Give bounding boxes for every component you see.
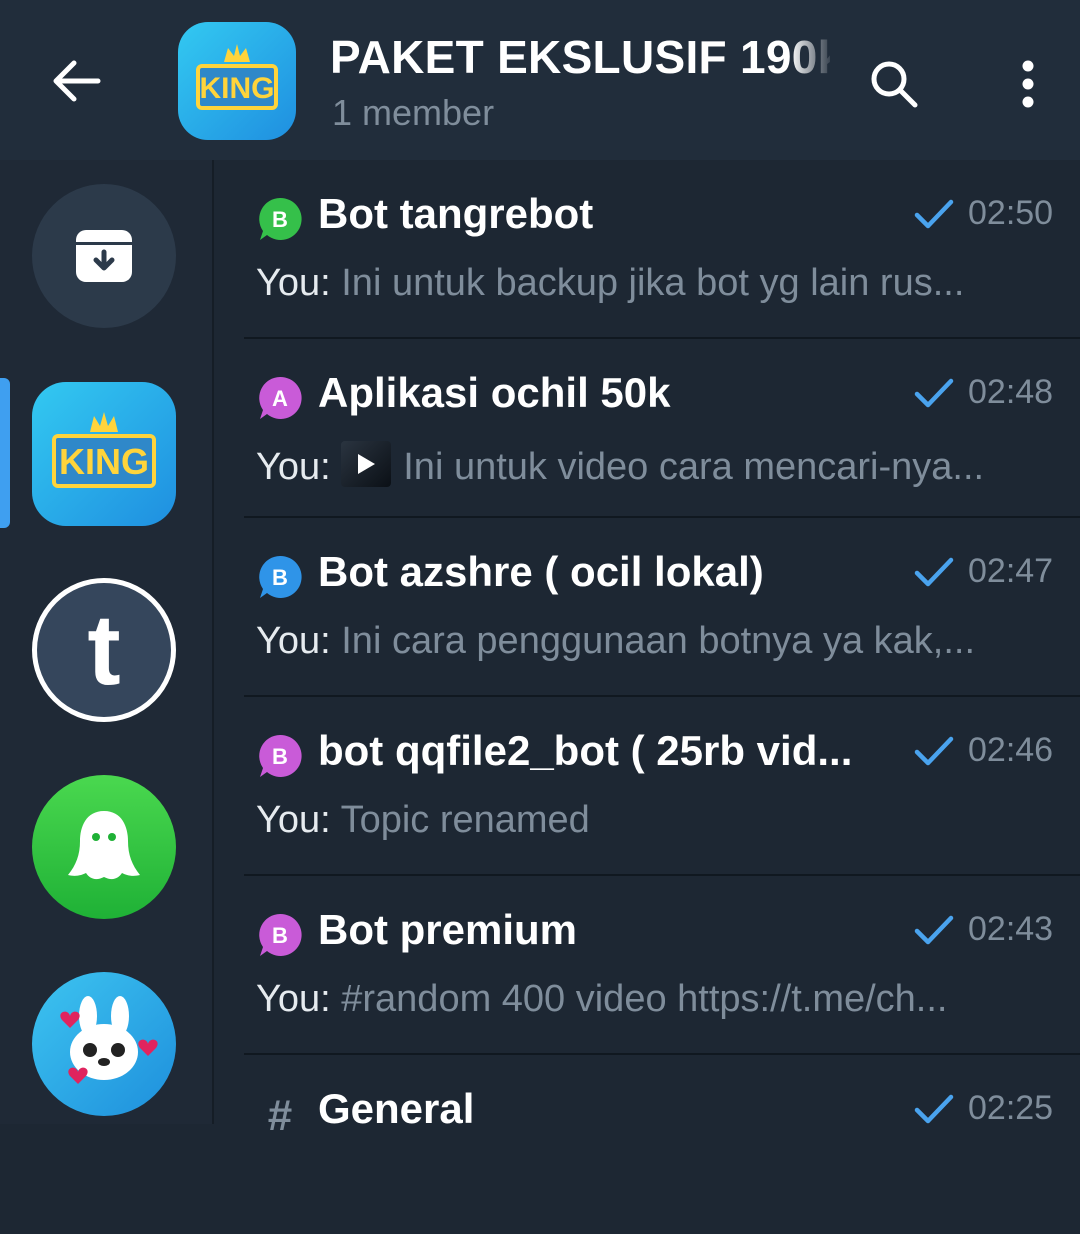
topic-bubble-icon: B <box>259 734 302 777</box>
sender-label: You: <box>256 446 331 488</box>
sender-label: You: <box>256 620 331 662</box>
svg-text:KING: KING <box>200 72 275 105</box>
topic-row[interactable]: B Bot premium 02:43 You: #random 400 vid… <box>214 876 1080 1055</box>
topic-row[interactable]: A Aplikasi ochil 50k 02:48 You: Ini untu… <box>214 339 1080 518</box>
sidebar-item-ghost[interactable] <box>32 775 176 919</box>
chat-header: KING PAKET EKSLUSIF 190k 1 member <box>0 0 1080 160</box>
check-icon <box>914 199 954 229</box>
sender-label: You: <box>256 799 331 841</box>
folder-sidebar: KING t <box>0 160 214 1124</box>
arrow-left-icon <box>53 60 101 102</box>
topic-time: 02:48 <box>968 373 1054 411</box>
topic-time: 02:47 <box>968 552 1054 590</box>
chat-avatar[interactable]: KING <box>178 22 296 140</box>
svg-text:A: A <box>272 386 288 411</box>
king-logo-icon: KING <box>196 44 278 110</box>
topic-name: General <box>318 1085 475 1132</box>
preview-text: Ini untuk video cara mencari-nya... <box>403 446 985 488</box>
sidebar-item-tumblr[interactable]: t <box>32 578 176 722</box>
topic-row[interactable]: B bot qqfile2_bot ( 25rb vid... 02:46 Yo… <box>214 697 1080 876</box>
check-icon <box>914 915 954 945</box>
video-thumbnail <box>341 441 392 487</box>
topic-time: 02:25 <box>968 1089 1054 1127</box>
topic-preview: You: Ini untuk backup jika bot yg lain r… <box>256 262 1056 305</box>
sidebar-item-bunny[interactable] <box>32 972 176 1116</box>
topic-row[interactable]: B Bot tangrebot 02:50 You: Ini untuk bac… <box>214 160 1080 339</box>
check-icon <box>914 736 954 766</box>
active-indicator <box>0 378 10 528</box>
king-logo-icon: KING <box>52 412 156 488</box>
sender-label: You: <box>256 978 331 1020</box>
topic-time: 02:50 <box>968 194 1054 232</box>
svg-text:B: B <box>272 923 288 948</box>
preview-text: #random 400 video https://t.me/ch... <box>341 978 948 1020</box>
back-button[interactable] <box>48 52 106 110</box>
sidebar-item-archive[interactable] <box>32 184 176 328</box>
more-vertical-icon <box>1022 60 1034 108</box>
topic-preview: You: Ini cara penggunaan botnya ya kak,.… <box>256 620 1056 663</box>
topic-time: 02:46 <box>968 731 1054 769</box>
topic-name: bot qqfile2_bot ( 25rb vid... <box>318 727 853 774</box>
sidebar-item-king[interactable]: KING <box>32 382 176 526</box>
topic-name: Bot premium <box>318 906 578 953</box>
topic-bubble-icon: A <box>259 376 302 419</box>
search-icon <box>871 61 918 108</box>
chat-title: PAKET EKSLUSIF 190k <box>330 31 830 83</box>
ghost-icon <box>68 811 140 880</box>
play-icon <box>358 454 376 474</box>
svg-text:B: B <box>272 207 288 232</box>
svg-text:#: # <box>268 1091 292 1138</box>
check-icon <box>914 557 954 587</box>
topic-name: Bot azshre ( ocil lokal) <box>318 548 764 595</box>
tumblr-letter: t <box>87 594 121 706</box>
preview-text: Ini cara penggunaan botnya ya kak,... <box>341 620 976 662</box>
topic-name: Bot tangrebot <box>318 190 594 237</box>
bunny-icon <box>60 996 158 1084</box>
preview-text: Topic renamed <box>340 799 590 841</box>
archive-icon <box>76 230 132 282</box>
topic-row[interactable]: # General 02:25 <box>214 1055 1080 1234</box>
topic-bubble-icon: B <box>259 555 302 598</box>
topic-bubble-icon: B <box>259 197 302 240</box>
check-icon <box>914 1094 954 1124</box>
search-button[interactable] <box>862 52 926 116</box>
topic-preview: You: #random 400 video https://t.me/ch..… <box>256 978 1056 1021</box>
topic-preview: You: Ini untuk video cara mencari-nya... <box>256 441 1056 489</box>
svg-text:B: B <box>272 565 288 590</box>
topic-time: 02:43 <box>968 910 1054 948</box>
check-icon <box>914 378 954 408</box>
topic-list: B Bot tangrebot 02:50 You: Ini untuk bac… <box>214 160 1080 1138</box>
member-count: 1 member <box>332 92 495 133</box>
topic-bubble-icon: B <box>259 913 302 956</box>
topic-preview: You: Topic renamed <box>256 799 1056 842</box>
sender-label: You: <box>256 262 331 304</box>
topic-row[interactable]: B Bot azshre ( ocil lokal) 02:47 You: In… <box>214 518 1080 697</box>
more-options-button[interactable] <box>1006 52 1050 116</box>
hashtag-icon: # <box>268 1091 292 1138</box>
svg-text:KING: KING <box>59 441 149 482</box>
title-fade <box>790 30 835 86</box>
svg-text:B: B <box>272 744 288 769</box>
preview-text: Ini untuk backup jika bot yg lain rus... <box>341 262 965 304</box>
topic-name: Aplikasi ochil 50k <box>318 369 671 416</box>
